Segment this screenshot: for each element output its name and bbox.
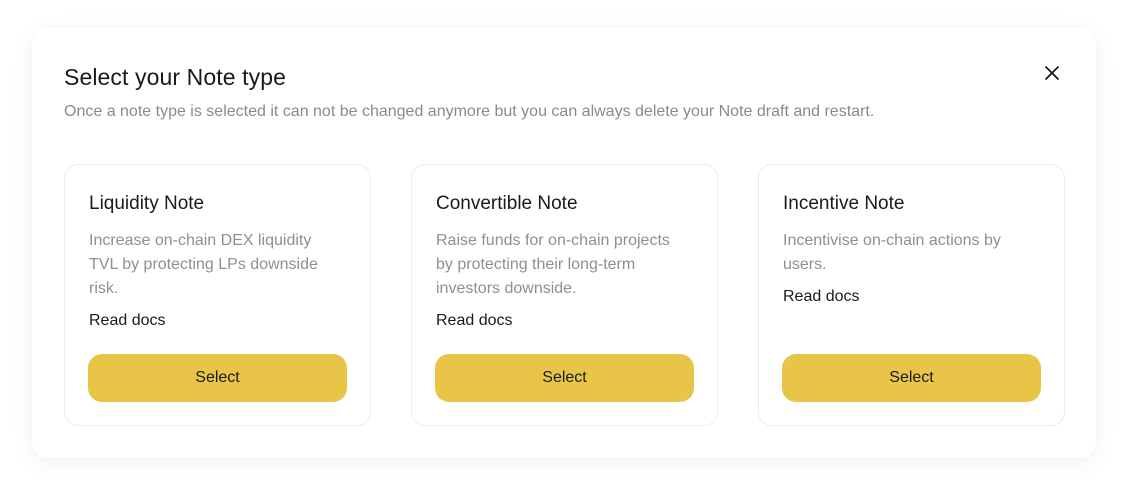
card-incentive-note: Incentive Note Incentivise on-chain acti…: [758, 164, 1065, 426]
modal-subtitle: Once a note type is selected it can not …: [64, 103, 875, 120]
read-docs-link[interactable]: Read docs: [783, 285, 860, 309]
read-docs-link[interactable]: Read docs: [436, 309, 513, 333]
select-liquidity-note-button[interactable]: Select: [88, 354, 347, 402]
card-title: Incentive Note: [783, 193, 905, 214]
close-button[interactable]: [1042, 63, 1062, 83]
read-docs-link[interactable]: Read docs: [89, 309, 166, 333]
modal-title: Select your Note type: [64, 64, 286, 90]
card-description: Increase on-chain DEX liquidity TVL by p…: [89, 232, 318, 297]
card-liquidity-note: Liquidity Note Increase on-chain DEX liq…: [64, 164, 371, 426]
select-note-type-modal: Select your Note type Once a note type i…: [32, 28, 1096, 458]
card-convertible-note: Convertible Note Raise funds for on-chai…: [411, 164, 718, 426]
note-type-cards: Liquidity Note Increase on-chain DEX liq…: [64, 164, 1065, 426]
select-incentive-note-button[interactable]: Select: [782, 354, 1041, 402]
select-convertible-note-button[interactable]: Select: [435, 354, 694, 402]
card-description: Raise funds for on-chain projects by pro…: [436, 232, 670, 297]
card-title: Convertible Note: [436, 193, 578, 214]
close-icon: [1045, 66, 1059, 80]
card-title: Liquidity Note: [89, 193, 205, 214]
card-description: Incentivise on-chain actions by users.: [783, 232, 1001, 273]
